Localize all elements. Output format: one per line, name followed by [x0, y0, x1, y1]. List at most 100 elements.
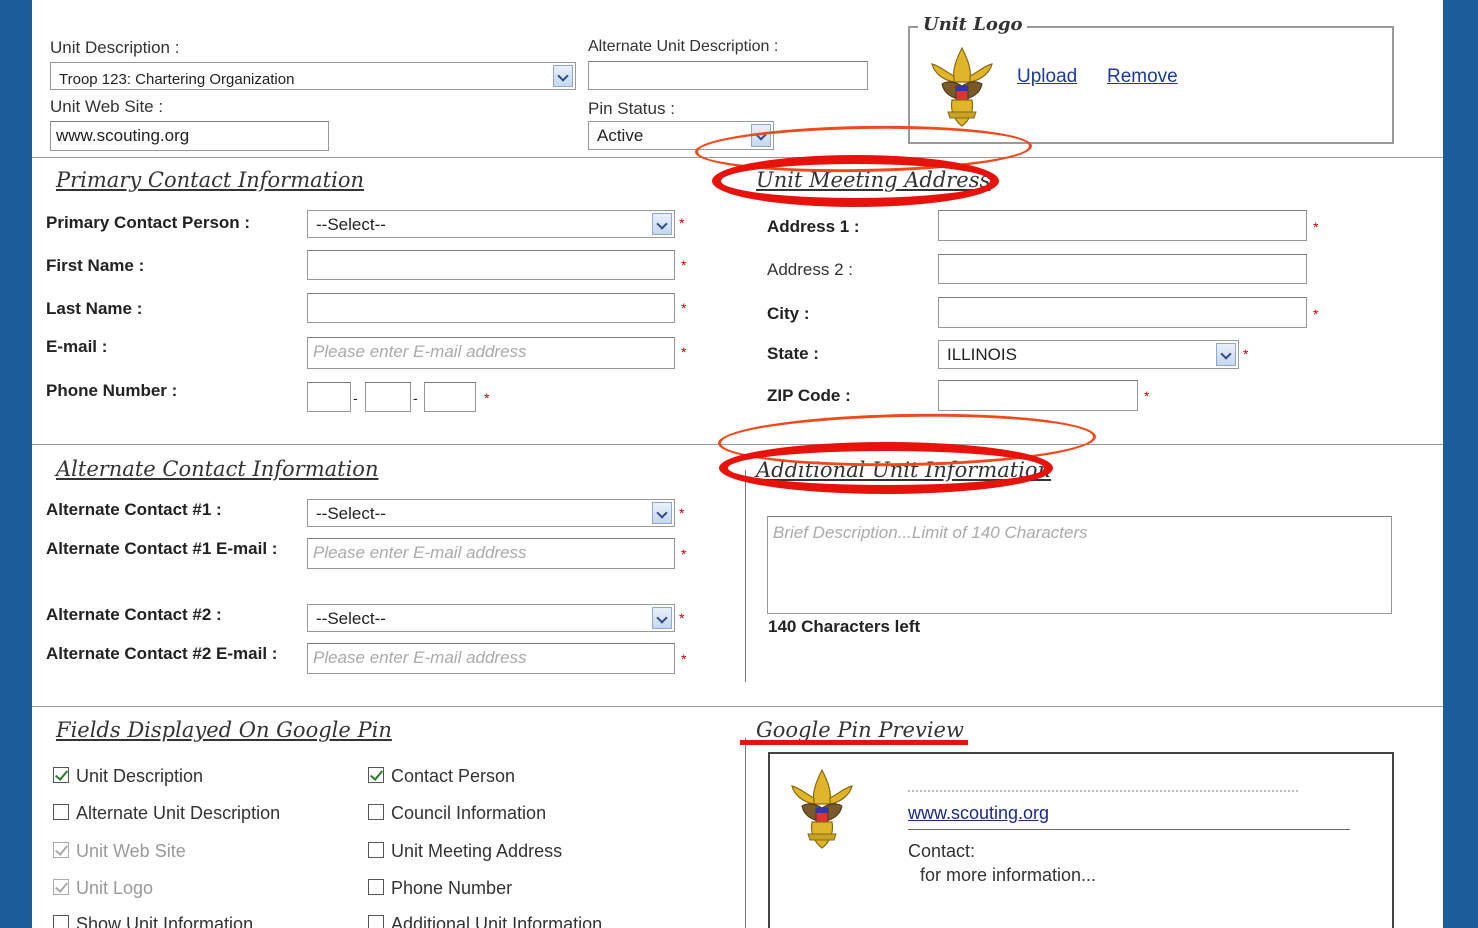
email-input[interactable]: Please enter E-mail address — [307, 337, 675, 369]
chevron-down-icon — [652, 607, 672, 629]
scout-emblem-icon — [931, 46, 993, 127]
required-mark: * — [681, 344, 687, 360]
alt-contact1-select[interactable]: --Select-- — [307, 499, 675, 527]
phone-separator: - — [413, 390, 418, 406]
alt-contact1-email-label: Alternate Contact #1 E-mail : — [46, 539, 278, 558]
checkbox-unit-web-site — [53, 842, 69, 858]
required-mark: * — [1243, 346, 1249, 362]
address1-input[interactable] — [938, 210, 1307, 241]
unit-logo-title: Unit Logo — [918, 14, 1028, 35]
alt-contact1-value: --Select-- — [316, 504, 386, 523]
chevron-down-icon — [652, 213, 672, 235]
primary-contact-person-select[interactable]: --Select-- — [307, 210, 675, 238]
pin-fields-title: Fields Displayed On Google Pin — [56, 718, 392, 742]
chevron-down-icon — [553, 65, 573, 87]
email-label: E-mail : — [46, 337, 108, 356]
checkbox-unit-meeting-address[interactable] — [368, 842, 384, 858]
required-mark: * — [681, 300, 687, 316]
address2-input[interactable] — [938, 254, 1307, 284]
hidden-text-line — [908, 790, 1298, 792]
alternate-contact-title: Alternate Contact Information — [56, 457, 379, 481]
checkbox-unit-logo — [53, 879, 69, 895]
phone-separator: - — [353, 390, 358, 406]
column-divider — [745, 738, 746, 928]
annotation-underline — [740, 740, 968, 745]
address2-label: Address 2 : — [767, 260, 853, 279]
primary-contact-person-label: Primary Contact Person : — [46, 213, 251, 232]
chevron-down-icon — [1216, 343, 1236, 366]
unit-description-select[interactable]: Troop 123: Chartering Organization — [50, 62, 576, 90]
checkbox-council-information[interactable] — [368, 804, 384, 820]
phone-line-input[interactable] — [424, 382, 476, 412]
state-value: ILLINOIS — [947, 345, 1017, 364]
chevron-down-icon — [652, 502, 672, 524]
required-mark: * — [1313, 306, 1319, 322]
checkbox-additional-unit-information[interactable] — [368, 915, 384, 928]
checkbox-label: Unit Description — [76, 766, 204, 786]
checkbox-unit-description[interactable] — [53, 767, 69, 783]
required-mark: * — [1313, 219, 1319, 235]
first-name-label: First Name : — [46, 256, 145, 275]
checkbox-phone-number[interactable] — [368, 879, 384, 895]
scout-emblem-icon — [791, 768, 853, 849]
required-mark: * — [681, 257, 687, 273]
checkbox-label: Additional Unit Information — [391, 914, 603, 928]
last-name-input[interactable] — [307, 293, 675, 323]
required-mark: * — [679, 505, 685, 521]
pin-preview-box — [768, 752, 1394, 928]
alt-contact2-email-label: Alternate Contact #2 E-mail : — [46, 644, 278, 663]
remove-link[interactable]: Remove — [1107, 66, 1178, 88]
primary-contact-person-value: --Select-- — [316, 215, 386, 234]
city-label: City : — [767, 304, 810, 323]
checkbox-contact-person[interactable] — [368, 767, 384, 783]
zip-code-input[interactable] — [938, 380, 1138, 411]
alt-contact2-select[interactable]: --Select-- — [307, 604, 675, 632]
checkbox-label: Unit Meeting Address — [391, 841, 563, 861]
checkbox-label: Show Unit Information — [76, 914, 254, 928]
unit-website-input[interactable]: www.scouting.org — [50, 121, 329, 151]
upload-link[interactable]: Upload — [1017, 66, 1077, 88]
preview-more-info: for more information... — [920, 865, 1097, 885]
required-mark: * — [679, 610, 685, 626]
state-select[interactable]: ILLINOIS — [938, 340, 1239, 369]
address1-label: Address 1 : — [767, 217, 860, 236]
alt-description-input[interactable] — [588, 61, 868, 90]
required-mark: * — [679, 215, 685, 231]
checkbox-label: Unit Logo — [76, 878, 154, 898]
checkbox-alt-unit-description[interactable] — [53, 804, 69, 820]
primary-contact-title: Primary Contact Information — [56, 168, 364, 192]
pin-preview-title: Google Pin Preview — [756, 718, 964, 742]
phone-prefix-input[interactable] — [365, 382, 411, 412]
column-divider — [745, 470, 746, 682]
preview-divider — [908, 829, 1350, 830]
city-input[interactable] — [938, 297, 1307, 328]
divider — [32, 706, 1443, 707]
phone-area-input[interactable] — [307, 382, 351, 412]
preview-contact-label: Contact: — [908, 841, 976, 861]
characters-left-counter: 140 Characters left — [768, 617, 921, 636]
checkbox-label: Council Information — [391, 803, 547, 823]
state-label: State : — [767, 344, 819, 363]
checkbox-label: Contact Person — [391, 766, 516, 786]
unit-description-value: Troop 123: Chartering Organization — [59, 71, 295, 88]
annotation-ellipse-bold — [719, 442, 1053, 494]
brief-description-textarea[interactable]: Brief Description...Limit of 140 Charact… — [767, 516, 1392, 614]
required-mark: * — [681, 651, 687, 667]
last-name-label: Last Name : — [46, 299, 143, 318]
annotation-ellipse-bold — [712, 155, 999, 207]
unit-profile-form: Unit Description : Troop 123: Chartering… — [32, 0, 1443, 928]
required-mark: * — [1144, 388, 1150, 404]
required-mark: * — [484, 390, 490, 406]
first-name-input[interactable] — [307, 250, 675, 280]
preview-website-link[interactable]: www.scouting.org — [908, 803, 1049, 824]
zip-code-label: ZIP Code : — [767, 386, 851, 405]
checkbox-show-unit-information[interactable] — [53, 915, 69, 928]
alt-contact1-email-input[interactable]: Please enter E-mail address — [307, 538, 675, 569]
unit-description-label: Unit Description : — [50, 38, 180, 57]
checkbox-label: Alternate Unit Description — [76, 803, 281, 823]
alt-contact2-email-input[interactable]: Please enter E-mail address — [307, 643, 675, 674]
pin-status-label: Pin Status : — [588, 99, 675, 118]
checkbox-label: Phone Number — [391, 878, 513, 898]
alt-contact2-label: Alternate Contact #2 : — [46, 605, 222, 624]
alt-contact1-label: Alternate Contact #1 : — [46, 500, 222, 519]
